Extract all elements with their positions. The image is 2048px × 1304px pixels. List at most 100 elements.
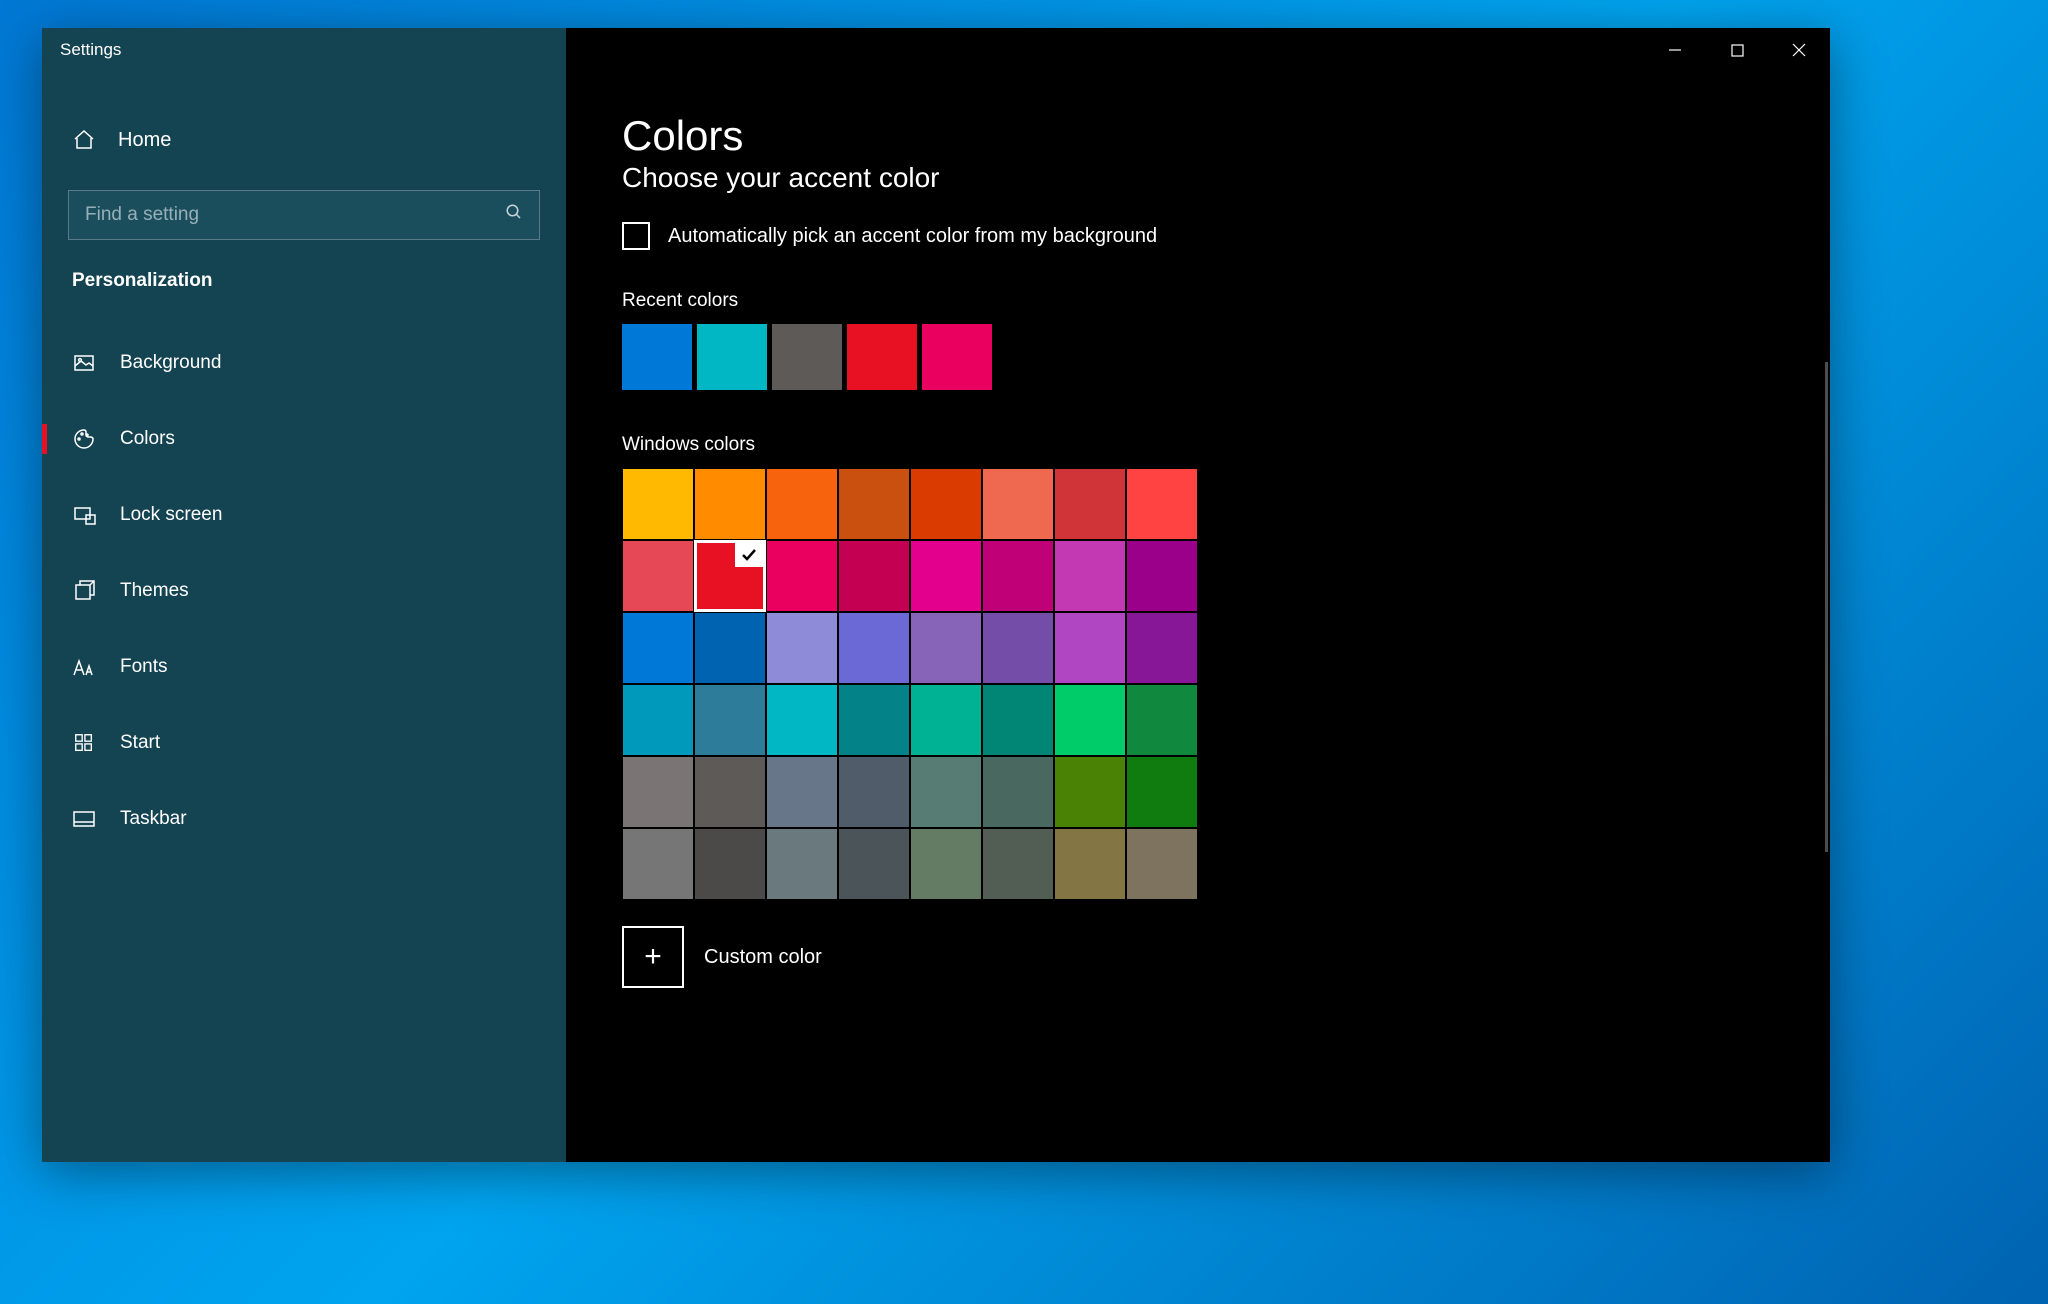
maximize-button[interactable] bbox=[1706, 28, 1768, 72]
auto-accent-checkbox[interactable]: Automatically pick an accent color from … bbox=[622, 222, 1774, 250]
plus-icon: + bbox=[622, 926, 684, 988]
color-swatch[interactable] bbox=[982, 540, 1054, 612]
color-swatch[interactable] bbox=[838, 756, 910, 828]
window-title: Settings bbox=[60, 40, 121, 60]
main-content: Colors Choose your accent color Automati… bbox=[566, 72, 1830, 1162]
settings-window: Settings Home bbox=[42, 28, 1830, 1162]
color-swatch[interactable] bbox=[694, 684, 766, 756]
windows-colors-label: Windows colors bbox=[622, 434, 1774, 456]
nav-item-taskbar[interactable]: Taskbar bbox=[42, 788, 566, 850]
color-swatch[interactable] bbox=[694, 468, 766, 540]
nav-label: Colors bbox=[120, 428, 175, 450]
color-swatch[interactable] bbox=[1054, 468, 1126, 540]
checkbox-label: Automatically pick an accent color from … bbox=[668, 225, 1157, 248]
color-swatch[interactable] bbox=[1126, 828, 1198, 900]
close-button[interactable] bbox=[1768, 28, 1830, 72]
color-swatch[interactable] bbox=[910, 612, 982, 684]
color-swatch[interactable] bbox=[1126, 540, 1198, 612]
color-swatch[interactable] bbox=[766, 468, 838, 540]
recent-colors-row bbox=[622, 324, 1774, 390]
color-swatch[interactable] bbox=[1054, 756, 1126, 828]
color-swatch[interactable] bbox=[838, 540, 910, 612]
color-swatch[interactable] bbox=[766, 540, 838, 612]
color-swatch[interactable] bbox=[766, 612, 838, 684]
nav-item-colors[interactable]: Colors bbox=[42, 408, 566, 470]
recent-color-swatch[interactable] bbox=[847, 324, 917, 390]
nav-item-background[interactable]: Background bbox=[42, 332, 566, 394]
nav-item-fonts[interactable]: Fonts bbox=[42, 636, 566, 698]
color-swatch[interactable] bbox=[622, 468, 694, 540]
color-swatch[interactable] bbox=[694, 756, 766, 828]
color-swatch[interactable] bbox=[982, 756, 1054, 828]
nav-label: Start bbox=[120, 732, 160, 754]
lockscreen-icon bbox=[72, 503, 96, 527]
color-swatch[interactable] bbox=[766, 684, 838, 756]
search-icon bbox=[505, 203, 523, 227]
color-swatch[interactable] bbox=[838, 828, 910, 900]
recent-color-swatch[interactable] bbox=[697, 324, 767, 390]
color-swatch[interactable] bbox=[982, 828, 1054, 900]
color-swatch[interactable] bbox=[1126, 756, 1198, 828]
color-swatch[interactable] bbox=[838, 684, 910, 756]
check-icon bbox=[735, 543, 763, 567]
color-swatch[interactable] bbox=[1126, 684, 1198, 756]
taskbar-icon bbox=[72, 807, 96, 831]
page-title: Colors bbox=[622, 112, 1774, 160]
custom-color-button[interactable]: + Custom color bbox=[622, 926, 1774, 988]
color-swatch[interactable] bbox=[766, 828, 838, 900]
home-icon bbox=[72, 128, 96, 152]
color-swatch[interactable] bbox=[910, 684, 982, 756]
color-swatch[interactable] bbox=[910, 468, 982, 540]
search-input[interactable] bbox=[85, 204, 505, 226]
sidebar: Home Personalization Background Colors Loc… bbox=[42, 72, 566, 1162]
recent-color-swatch[interactable] bbox=[622, 324, 692, 390]
color-swatch[interactable] bbox=[622, 756, 694, 828]
custom-color-label: Custom color bbox=[704, 946, 822, 969]
minimize-button[interactable] bbox=[1644, 28, 1706, 72]
section-title: Personalization bbox=[42, 270, 566, 292]
window-controls bbox=[1644, 28, 1830, 72]
recent-color-swatch[interactable] bbox=[922, 324, 992, 390]
color-swatch[interactable] bbox=[910, 540, 982, 612]
nav-item-start[interactable]: Start bbox=[42, 712, 566, 774]
color-swatch[interactable] bbox=[982, 612, 1054, 684]
color-swatch[interactable] bbox=[1054, 684, 1126, 756]
checkbox-box bbox=[622, 222, 650, 250]
color-swatch[interactable] bbox=[622, 612, 694, 684]
color-swatch[interactable] bbox=[1126, 612, 1198, 684]
color-swatch[interactable] bbox=[622, 684, 694, 756]
color-swatch[interactable] bbox=[838, 468, 910, 540]
color-swatch[interactable] bbox=[910, 828, 982, 900]
nav-item-themes[interactable]: Themes bbox=[42, 560, 566, 622]
color-swatch[interactable] bbox=[694, 828, 766, 900]
nav-label: Background bbox=[120, 352, 221, 374]
home-button[interactable]: Home bbox=[42, 112, 566, 168]
color-swatch[interactable] bbox=[1054, 540, 1126, 612]
color-swatch[interactable] bbox=[838, 612, 910, 684]
recent-color-swatch[interactable] bbox=[772, 324, 842, 390]
home-label: Home bbox=[118, 129, 171, 152]
color-swatch[interactable] bbox=[1054, 828, 1126, 900]
windows-colors-grid bbox=[622, 468, 1774, 900]
color-swatch[interactable] bbox=[1054, 612, 1126, 684]
color-swatch[interactable] bbox=[910, 756, 982, 828]
titlebar: Settings bbox=[42, 28, 1830, 72]
recent-colors-label: Recent colors bbox=[622, 290, 1774, 312]
color-swatch[interactable] bbox=[694, 612, 766, 684]
nav-item-lock-screen[interactable]: Lock screen bbox=[42, 484, 566, 546]
color-swatch[interactable] bbox=[766, 756, 838, 828]
nav-label: Lock screen bbox=[120, 504, 222, 526]
scrollbar-thumb[interactable] bbox=[1825, 362, 1828, 852]
color-swatch[interactable] bbox=[1126, 468, 1198, 540]
color-swatch[interactable] bbox=[694, 540, 766, 612]
color-swatch[interactable] bbox=[622, 828, 694, 900]
image-icon bbox=[72, 351, 96, 375]
color-swatch[interactable] bbox=[982, 684, 1054, 756]
page-subtitle: Choose your accent color bbox=[622, 162, 1774, 194]
color-swatch[interactable] bbox=[622, 540, 694, 612]
font-icon bbox=[72, 655, 96, 679]
start-icon bbox=[72, 731, 96, 755]
nav-label: Themes bbox=[120, 580, 189, 602]
color-swatch[interactable] bbox=[982, 468, 1054, 540]
search-box[interactable] bbox=[68, 190, 540, 240]
